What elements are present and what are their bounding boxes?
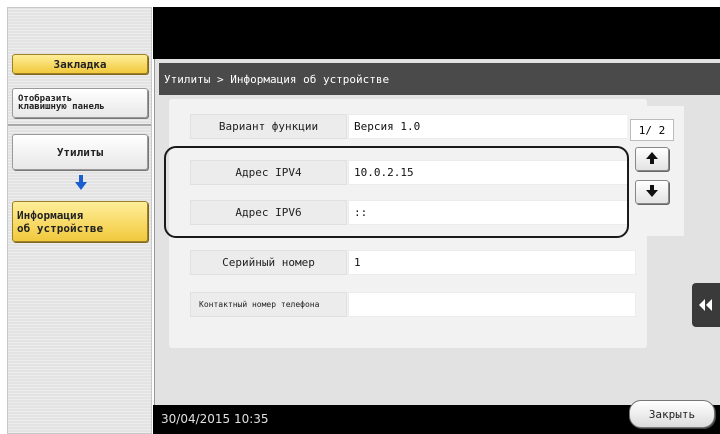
page-up-button[interactable] (635, 147, 669, 171)
utilities-label: Утилиты (56, 145, 104, 159)
arrow-down-icon (75, 175, 87, 191)
device-info-button[interactable]: Информация об устройстве (12, 201, 148, 242)
arrow-up-icon (645, 150, 659, 169)
ip-address-highlight (164, 146, 629, 238)
bookmark-label: Закладка (53, 57, 107, 71)
datetime: 30/04/2015 10:35 (161, 412, 269, 426)
page-down-button[interactable] (635, 180, 669, 204)
serial-number-label: Серийный номер (190, 250, 347, 275)
device-info-label-line1: Информация (17, 208, 84, 222)
top-bar (153, 7, 720, 59)
side-panel-toggle[interactable] (692, 283, 720, 327)
serial-number-value: 1 (348, 250, 636, 275)
page-navigation: 1/ 2 (627, 106, 684, 236)
utilities-button[interactable]: Утилиты (12, 134, 148, 170)
left-divider (8, 124, 151, 126)
device-info-label-line2: об устройстве (17, 221, 104, 235)
left-panel: Закладка Отобразить клавишную панель Ути… (7, 7, 152, 434)
function-variant-value: Версия 1.0 (348, 114, 636, 139)
arrow-down-icon (645, 183, 659, 202)
close-label: Закрыть (648, 407, 696, 421)
contact-phone-label: Контактный номер телефона (190, 292, 347, 317)
double-chevron-left-icon (699, 296, 713, 315)
function-variant-label: Вариант функции (190, 114, 347, 139)
title-bar: Утилиты > Информация об устройстве (159, 63, 720, 95)
contact-phone-value (348, 292, 636, 317)
breadcrumb: Утилиты > Информация об устройстве (164, 72, 390, 86)
show-keypad-button[interactable]: Отобразить клавишную панель (12, 88, 148, 118)
show-keypad-label-line2: клавишную панель (18, 102, 105, 112)
bookmark-button[interactable]: Закладка (12, 54, 148, 74)
close-button[interactable]: Закрыть (629, 400, 715, 428)
page-indicator: 1/ 2 (630, 119, 674, 141)
status-bar: 30/04/2015 10:35 Закрыть (153, 400, 720, 434)
